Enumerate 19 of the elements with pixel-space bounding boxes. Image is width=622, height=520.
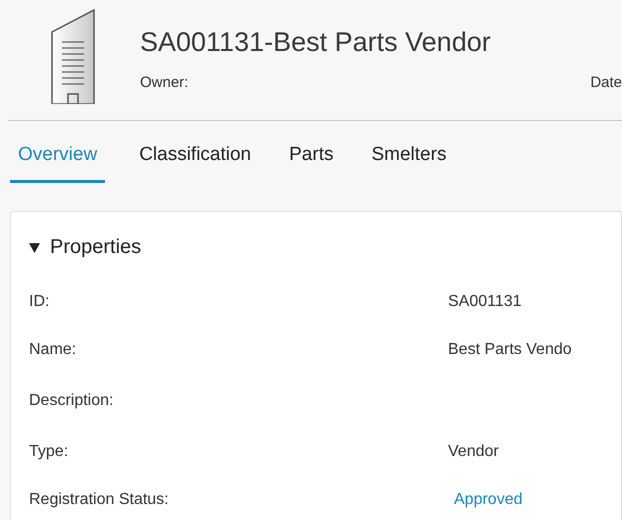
property-label: ID: <box>29 292 50 312</box>
owner-label: Owner: <box>140 73 188 93</box>
property-label: Name: <box>29 340 78 360</box>
property-label: Registration Status: <box>29 490 170 510</box>
property-value: Best Parts Vendo <box>448 340 572 360</box>
date-label: Date <box>590 73 622 93</box>
section-header[interactable]: Properties <box>29 232 142 262</box>
property-label: Description: <box>29 391 114 411</box>
tab[interactable]: Overview <box>10 141 106 182</box>
status-link[interactable]: Approved <box>454 488 522 512</box>
tab[interactable]: Parts <box>285 141 338 182</box>
tab[interactable]: Classification <box>135 141 256 182</box>
record-title: SA001131-Best Parts Vendor <box>140 26 492 59</box>
caret-icon <box>29 242 40 252</box>
property-label: Type: <box>29 442 70 462</box>
tab[interactable]: Smelters <box>367 141 450 182</box>
building-icon <box>50 8 98 104</box>
property-value: SA001131 <box>448 292 522 312</box>
property-value: Vendor <box>448 442 499 462</box>
